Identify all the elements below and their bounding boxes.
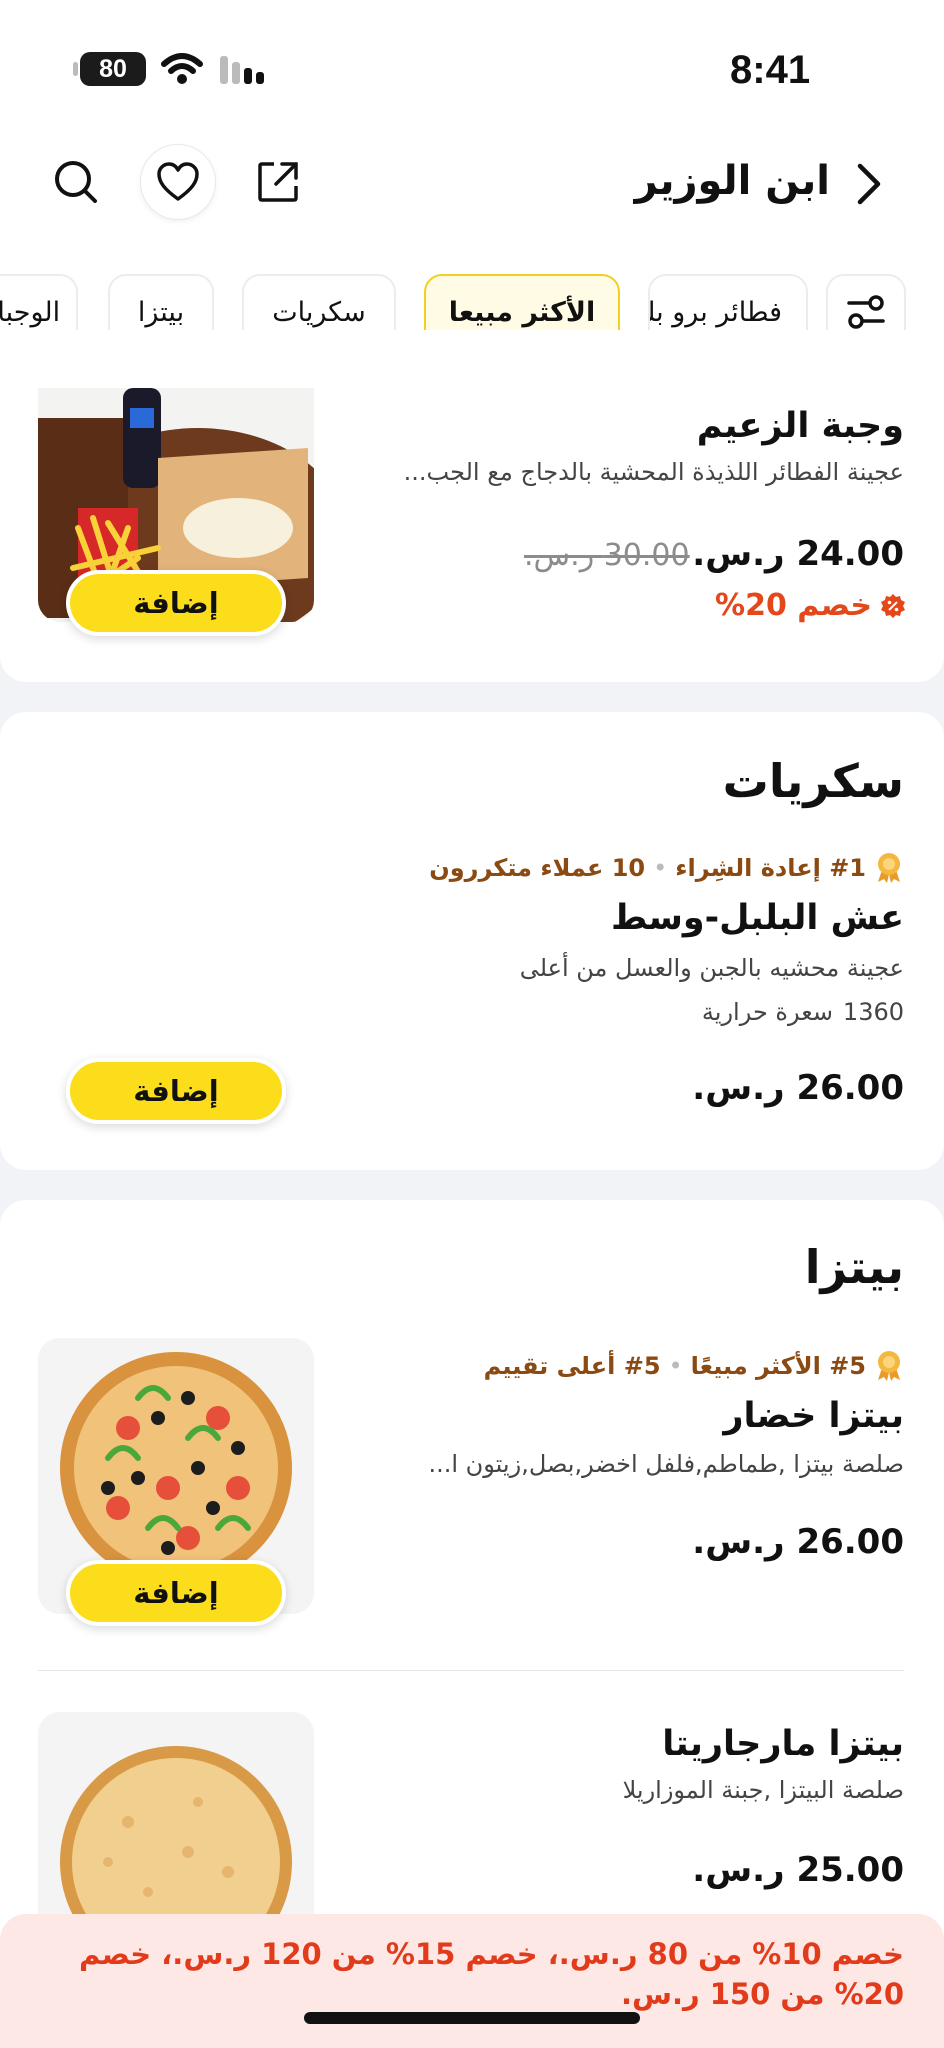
favorite-button[interactable]	[140, 144, 216, 220]
item-divider	[38, 1670, 904, 1671]
home-indicator	[304, 2012, 640, 2024]
add-button[interactable]: إضافة	[66, 1058, 286, 1124]
badge-separator: •	[653, 854, 668, 882]
add-button[interactable]: إضافة	[66, 1560, 286, 1626]
section-title: سكريات	[722, 754, 904, 808]
heart-icon	[157, 162, 199, 201]
discount-label: خصم 20%	[715, 588, 906, 623]
item-description: صلصة بيتزا ,طماطم,فلفل اخضر,بصل,زيتون ا.…	[428, 1450, 904, 1478]
item-description: عجينة محشيه بالجبن والعسل من أعلى	[519, 954, 904, 982]
back-chevron-icon[interactable]	[854, 162, 884, 206]
clock: 8:41	[730, 48, 811, 92]
item-price: 26.00 ر.س.	[692, 1522, 904, 1562]
item-badges: #5 الأكثر مبيعًا • #5 أعلى تقييم	[484, 1350, 904, 1382]
item-price: 25.00 ر.س.	[692, 1850, 904, 1890]
offer-banner[interactable]: خصم 10% من 80 ر.س.، خصم 15% من 120 ر.س.،…	[0, 1914, 944, 2048]
status-bar: 80 8:41	[0, 0, 944, 140]
search-button[interactable]	[38, 144, 114, 220]
share-button[interactable]	[240, 144, 316, 220]
item-price: 24.00 ر.س.	[692, 534, 904, 574]
item-name: عش البلبل-وسط	[611, 898, 904, 938]
share-icon	[258, 162, 298, 202]
award-icon	[878, 1351, 900, 1381]
pizza-section: بيتزا إضافة #5 الأكثر مبيعًا • #5 أعلى ت…	[0, 1200, 944, 1988]
item-badges: #1 إعادة الشِراء • 10 عملاء متكررون	[429, 852, 904, 884]
battery-indicator: 80	[73, 52, 146, 86]
badge-separator: •	[668, 1352, 683, 1380]
item-calories: 1360 سعرة حرارية	[701, 998, 904, 1026]
filter-icon	[847, 295, 885, 329]
item-old-price: 30.00 ر.س.	[524, 538, 690, 573]
tabs-divider	[0, 378, 944, 388]
award-icon	[878, 853, 900, 883]
search-icon	[55, 161, 97, 203]
item-description: صلصة البيتزا ,جبنة الموزاريلا	[622, 1776, 904, 1804]
sweets-section: سكريات #1 إعادة الشِراء • 10 عملاء متكرر…	[0, 712, 944, 1170]
item-description: عجينة الفطائر اللذيذة المحشية بالدجاج مع…	[403, 458, 904, 486]
item-name: بيتزا خضار	[723, 1396, 904, 1436]
add-button[interactable]: إضافة	[66, 570, 286, 636]
store-name: ابن الوزير	[634, 158, 830, 204]
section-title: بيتزا	[804, 1240, 904, 1294]
discount-icon	[881, 593, 905, 618]
signal-icon	[220, 56, 264, 84]
item-name: وجبة الزعيم	[696, 406, 904, 446]
item-price: 26.00 ر.س.	[692, 1068, 904, 1108]
wifi-icon	[161, 53, 203, 84]
item-name: بيتزا مارجاريتا	[662, 1724, 904, 1764]
